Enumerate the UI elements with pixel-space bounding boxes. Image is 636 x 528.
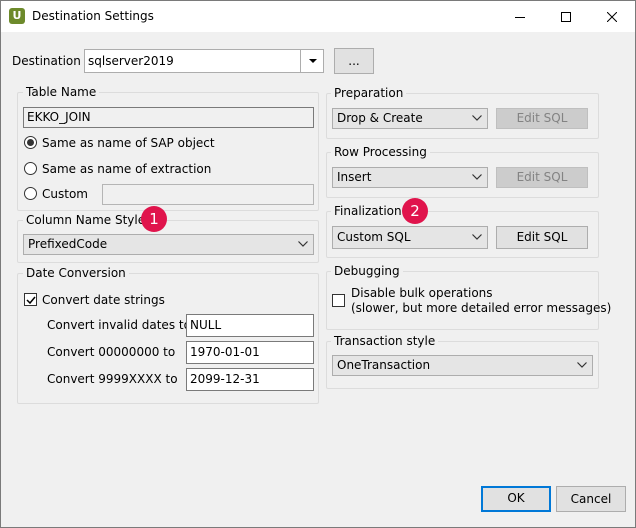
annotation-badge-2: 2 [402,198,428,224]
transaction-style-value: OneTransaction [337,358,431,372]
chevron-down-icon [472,234,482,240]
destination-settings-dialog: U Destination Settings Destination sqlse… [0,0,636,528]
custom-table-name-input[interactable] [102,184,314,205]
maximize-icon [561,11,571,22]
convert-zeros-label: Convert 00000000 to [47,345,176,359]
convert-nines-input[interactable]: 2099-12-31 [186,368,314,391]
combo-divider [300,50,301,72]
convert-invalid-dates-input[interactable]: NULL [186,314,314,337]
finalization-edit-sql-button[interactable]: Edit SQL [496,226,588,249]
convert-date-strings-label[interactable]: Convert date strings [42,293,165,307]
disable-bulk-operations-hint: (slower, but more detailed error message… [351,301,612,315]
destination-value: sqlserver2019 [88,54,174,68]
chevron-down-icon [472,174,482,180]
finalization-combo[interactable]: Custom SQL [332,226,488,249]
close-icon [607,11,617,22]
radio-label-custom[interactable]: Custom [42,187,88,201]
chevron-down-icon [298,241,308,247]
radio-same-as-sap-object[interactable] [24,136,37,149]
radio-label-sap-object[interactable]: Same as name of SAP object [42,136,215,150]
dropdown-arrow-icon [309,59,317,63]
finalization-title: Finalization [331,204,405,218]
transaction-style-title: Transaction style [331,334,439,348]
column-name-style-combo[interactable]: PrefixedCode [23,234,314,255]
app-logo-icon: U [9,8,25,24]
preparation-combo[interactable]: Drop & Create [332,108,488,129]
radio-label-extraction[interactable]: Same as name of extraction [42,162,211,176]
row-processing-title: Row Processing [331,145,430,159]
radio-same-as-extraction[interactable] [24,162,37,175]
maximize-button[interactable] [543,1,589,32]
column-name-style-value: PrefixedCode [28,237,108,251]
table-name-title: Table Name [23,85,100,99]
destination-label: Destination [12,54,81,68]
convert-zeros-input[interactable]: 1970-01-01 [186,341,314,364]
column-name-style-title: Column Name Style [23,213,149,227]
radio-custom[interactable] [24,187,37,200]
destination-combo[interactable]: sqlserver2019 [84,49,324,73]
table-name-input[interactable]: EKKO_JOIN [23,107,314,128]
minimize-icon [515,16,525,18]
disable-bulk-operations-checkbox[interactable] [332,294,345,307]
debugging-title: Debugging [331,264,403,278]
row-processing-value: Insert [337,170,372,184]
cancel-button[interactable]: Cancel [556,486,626,512]
transaction-style-combo[interactable]: OneTransaction [332,355,593,376]
preparation-title: Preparation [331,86,407,100]
ok-button[interactable]: OK [481,486,551,512]
convert-date-strings-checkbox[interactable] [24,293,37,306]
chevron-down-icon [577,362,587,368]
finalization-value: Custom SQL [337,230,411,244]
convert-nines-label: Convert 9999XXXX to [47,372,178,386]
close-button[interactable] [589,1,635,32]
date-conversion-title: Date Conversion [23,266,129,280]
preparation-value: Drop & Create [337,111,423,125]
row-processing-edit-sql-button[interactable]: Edit SQL [496,167,588,188]
minimize-button[interactable] [497,1,543,32]
row-processing-combo[interactable]: Insert [332,167,488,188]
preparation-edit-sql-button[interactable]: Edit SQL [496,108,588,129]
convert-invalid-dates-label: Convert invalid dates to [47,318,191,332]
browse-destination-button[interactable]: ... [334,48,374,74]
annotation-badge-1: 1 [141,206,167,232]
chevron-down-icon [472,115,482,121]
checkmark-icon [26,296,36,305]
window-title: Destination Settings [32,9,154,23]
disable-bulk-operations-label[interactable]: Disable bulk operations [351,286,493,300]
title-bar[interactable]: U Destination Settings [1,1,635,32]
